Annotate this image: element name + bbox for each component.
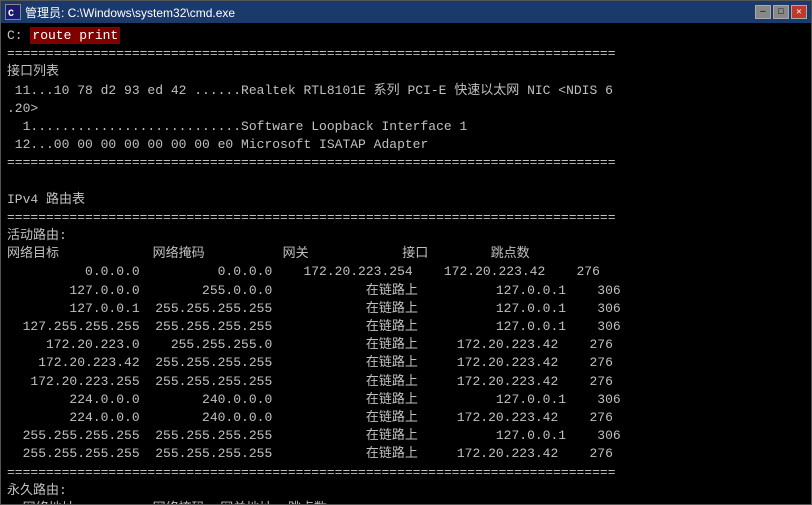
titlebar-icon: C [5, 4, 21, 20]
svg-text:C: C [8, 9, 14, 19]
close-button[interactable]: ✕ [791, 5, 807, 19]
console-output[interactable]: C: route print =========================… [1, 23, 811, 504]
minimize-button[interactable]: ─ [755, 5, 771, 19]
maximize-button[interactable]: □ [773, 5, 789, 19]
cmd-window: C 管理员: C:\Windows\system32\cmd.exe ─ □ ✕… [0, 0, 812, 505]
titlebar-buttons: ─ □ ✕ [755, 5, 807, 19]
console-content: C: route print =========================… [7, 27, 805, 504]
titlebar-text: 管理员: C:\Windows\system32\cmd.exe [25, 4, 755, 21]
titlebar: C 管理员: C:\Windows\system32\cmd.exe ─ □ ✕ [1, 1, 811, 23]
